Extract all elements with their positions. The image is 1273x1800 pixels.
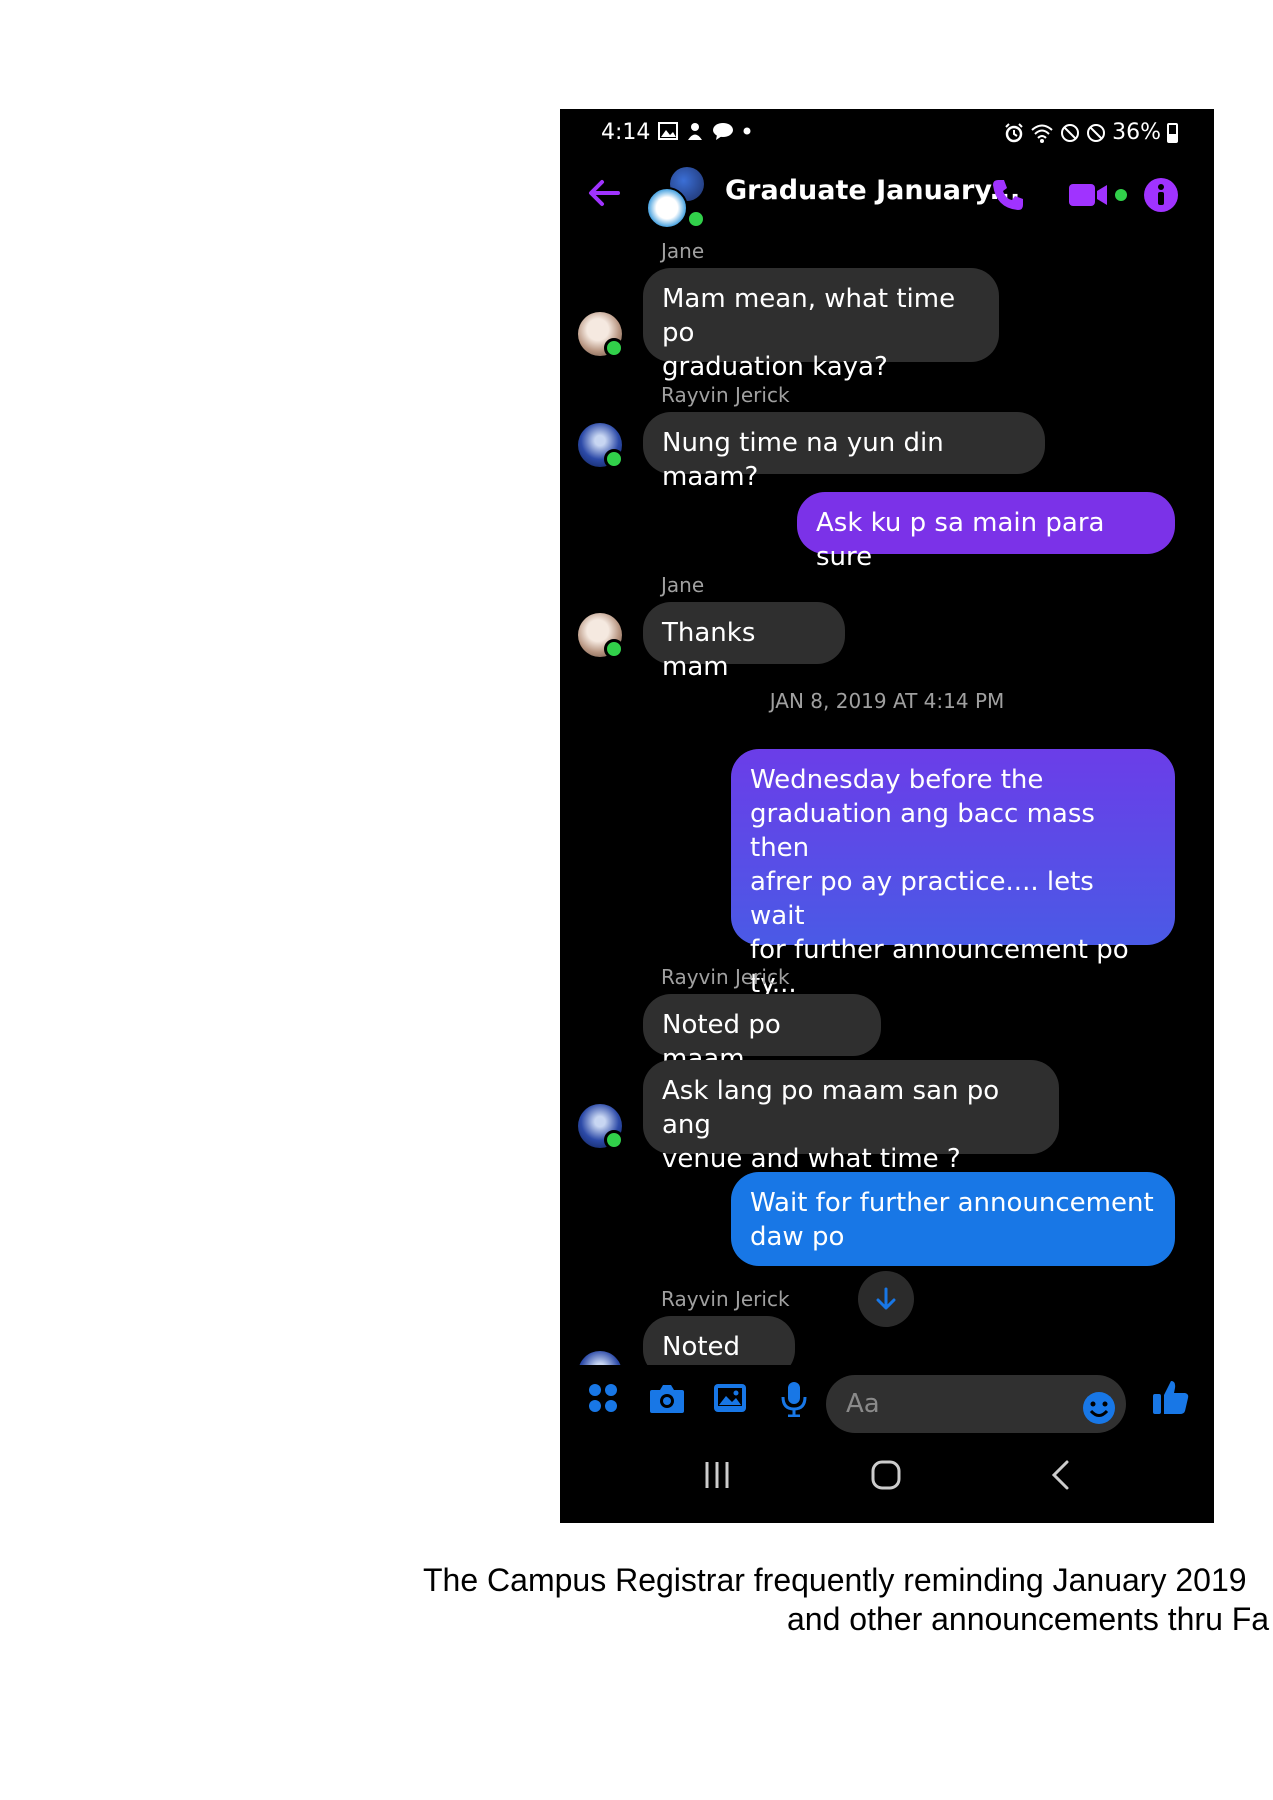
back-arrow-icon[interactable]: [584, 173, 624, 213]
online-indicator: [686, 209, 706, 229]
status-notification-icons: [658, 121, 752, 141]
message-line: venue and what time ?: [662, 1144, 961, 1174]
home-icon[interactable]: [870, 1459, 902, 1491]
message-timestamp: JAN 8, 2019 AT 4:14 PM: [769, 689, 1005, 713]
gallery-icon[interactable]: [712, 1381, 748, 1415]
microphone-icon[interactable]: [780, 1381, 808, 1417]
more-notifications-dot-icon: [743, 127, 751, 135]
avatar-jane[interactable]: [578, 312, 624, 358]
message-line: afrer po ay practice.... lets wait: [750, 867, 1094, 931]
emoji-icon[interactable]: [1082, 1391, 1116, 1425]
sender-name: Jane: [661, 573, 705, 597]
message-text: Nung time na yun din maam?: [662, 428, 944, 492]
outgoing-message[interactable]: Wait for further announcement daw po: [731, 1172, 1175, 1266]
sender-name: Rayvin Jerick: [661, 1287, 790, 1311]
nav-back-icon[interactable]: [1048, 1459, 1074, 1491]
status-bar: 4:14 36%: [560, 109, 1214, 155]
no-signal-2-icon: [1087, 123, 1106, 142]
incoming-message[interactable]: Ask lang po maam san po ang venue and wh…: [643, 1060, 1059, 1174]
info-icon[interactable]: [1143, 177, 1179, 213]
group-avatar-photo-2: [646, 187, 688, 229]
alarm-icon: [1005, 122, 1023, 142]
no-signal-icon: [1061, 123, 1080, 142]
message-line: Mam mean, what time po: [662, 284, 956, 348]
app-notification-icon: [688, 123, 702, 140]
recents-icon[interactable]: [702, 1459, 732, 1491]
online-indicator: [604, 639, 624, 659]
online-indicator: [604, 338, 624, 358]
message-composer: Aa: [560, 1365, 1214, 1435]
conversation-header: Graduate January...: [560, 155, 1214, 239]
battery-icon: [1167, 122, 1178, 143]
status-time: 4:14: [601, 120, 651, 145]
online-indicator: [604, 449, 624, 469]
message-line: daw po: [750, 1222, 845, 1252]
figure-caption-line-1: The Campus Registrar frequently remindin…: [423, 1562, 1247, 1598]
avatar-rayvin[interactable]: [578, 1104, 624, 1150]
incoming-message[interactable]: Noted po: [643, 1316, 795, 1369]
message-line: Wednesday before the: [750, 765, 1044, 795]
avatar-rayvin[interactable]: [578, 423, 624, 469]
battery-percent: 36%: [1112, 120, 1161, 145]
message-line: Wait for further announcement: [750, 1188, 1154, 1218]
message-input[interactable]: Aa: [826, 1375, 1126, 1433]
incoming-message[interactable]: Noted po maam: [643, 994, 881, 1074]
status-system-icons: 36%: [1004, 120, 1178, 145]
conversation-title[interactable]: Graduate January...: [725, 175, 1020, 206]
message-text: Ask ku p sa main para sure: [816, 508, 1105, 572]
thumbs-up-icon[interactable]: [1151, 1377, 1191, 1417]
chat-notification-icon: [713, 123, 733, 140]
scroll-down-button[interactable]: [858, 1271, 914, 1327]
message-line: Ask lang po maam san po ang: [662, 1076, 1000, 1140]
system-navigation-bar: [560, 1451, 1214, 1511]
image-notification-icon: [658, 122, 678, 140]
outgoing-message[interactable]: Ask ku p sa main para sure: [797, 492, 1175, 572]
sender-name: Rayvin Jerick: [661, 965, 790, 989]
camera-icon[interactable]: [648, 1381, 686, 1415]
message-text: Noted po: [662, 1332, 741, 1369]
outgoing-message[interactable]: Wednesday before the graduation ang bacc…: [731, 749, 1175, 999]
message-line: graduation ang bacc mass then: [750, 799, 1095, 863]
message-line: graduation kaya?: [662, 352, 888, 382]
message-text: Thanks mam: [662, 618, 756, 682]
apps-icon[interactable]: [586, 1381, 620, 1415]
online-indicator: [604, 1130, 624, 1150]
incoming-message[interactable]: Mam mean, what time po graduation kaya?: [643, 268, 999, 382]
incoming-message[interactable]: Nung time na yun din maam?: [643, 412, 1045, 492]
scroll-down-arrow-icon: [876, 1287, 896, 1310]
incoming-message[interactable]: Thanks mam: [643, 602, 845, 682]
group-avatar[interactable]: [646, 167, 706, 229]
avatar-jane[interactable]: [578, 613, 624, 659]
figure-caption-line-2: and other announcements thru Fa: [787, 1601, 1270, 1637]
message-thread[interactable]: Jane Mam mean, what time po graduation k…: [560, 239, 1214, 1369]
video-call-icon[interactable]: [1067, 177, 1127, 213]
message-line: for further announcement po: [750, 935, 1129, 965]
phone-icon[interactable]: [990, 177, 1026, 213]
wifi-icon: [1031, 124, 1053, 143]
phone-screenshot: 4:14 36% Graduate January... Jane Mam me…: [560, 109, 1214, 1523]
sender-name: Jane: [661, 239, 705, 263]
sender-name: Rayvin Jerick: [661, 383, 790, 407]
